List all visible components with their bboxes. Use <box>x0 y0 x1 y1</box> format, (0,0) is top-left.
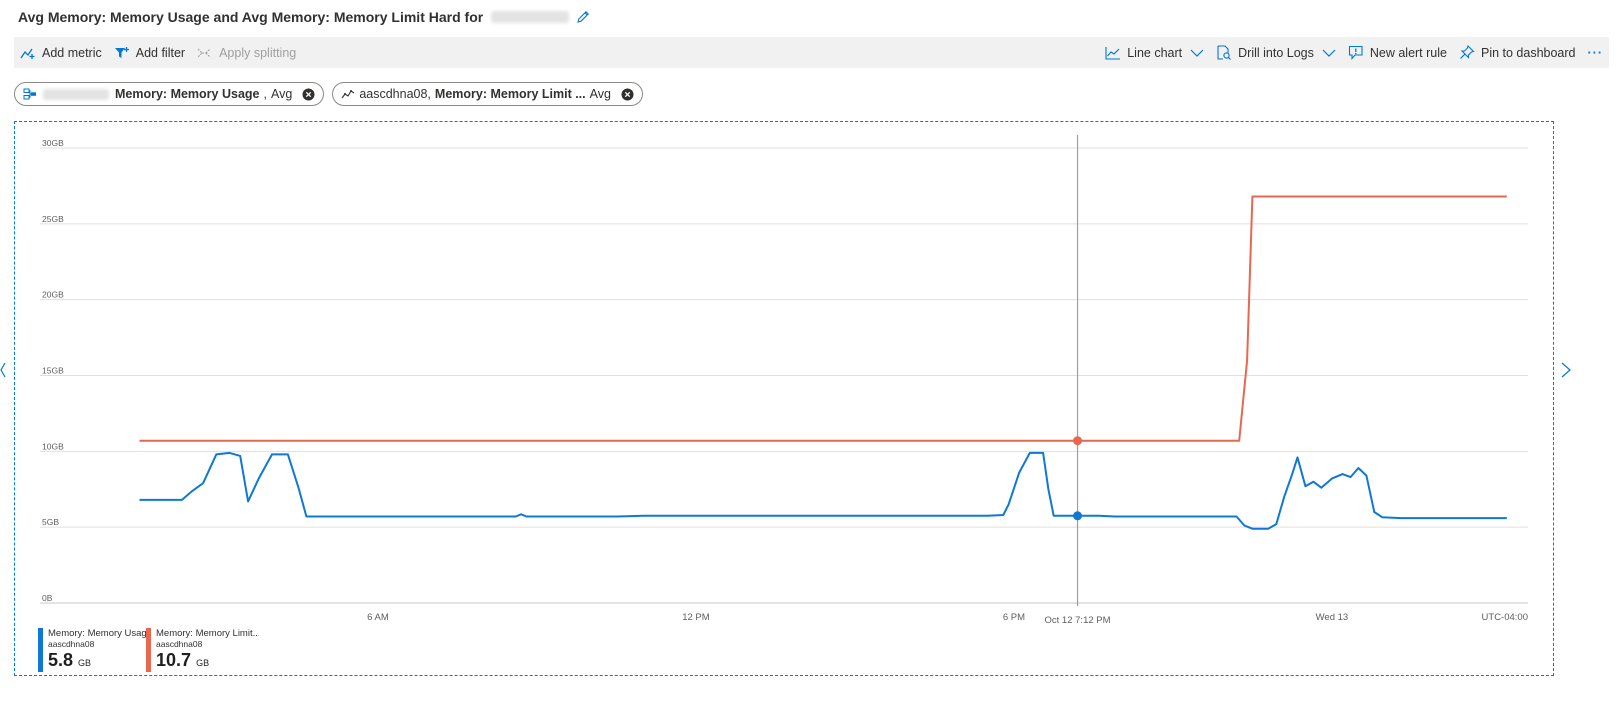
x-tick-label: 6 PM <box>1003 612 1025 623</box>
legend-resource-name: aascdhna08 <box>48 639 95 649</box>
legend-value: 10.7 GB <box>156 649 259 674</box>
legend-text: Memory: Memory Limit... aascdhna08 10.7 … <box>156 628 259 674</box>
legend-series-name: Memory: Memory Usage <box>48 628 151 639</box>
y-tick-label: 10GB <box>42 441 64 451</box>
line-chart[interactable]: 0B 5GB 10GB 15GB 20GB 25GB 30GB 6 AM 12 PM 6 PM We… <box>0 0 1623 726</box>
legend-resource-name: aascdhna08 <box>156 639 203 649</box>
legend-item-limit[interactable]: Memory: Memory Limit... aascdhna08 10.7 … <box>146 628 259 674</box>
y-tick-label: 15GB <box>42 366 64 376</box>
y-tick-label: 30GB <box>42 138 64 148</box>
x-tick-label: Wed 13 <box>1316 612 1349 623</box>
cursor-time-label: Oct 12 7:12 PM <box>1045 615 1111 626</box>
series-line <box>139 451 1507 530</box>
cursor-point <box>1073 436 1083 446</box>
y-tick-label: 20GB <box>42 290 64 300</box>
legend-color-bar <box>38 628 43 672</box>
timezone-label: UTC-04:00 <box>1482 612 1528 623</box>
legend-value-unit: GB <box>78 658 92 668</box>
legend-color-bar <box>146 628 151 672</box>
legend-value-number: 5.8 <box>48 650 74 670</box>
y-tick-label: 25GB <box>42 214 64 224</box>
series-line <box>139 195 1507 442</box>
legend-value-unit: GB <box>196 658 210 668</box>
legend-value: 5.8 GB <box>48 649 151 674</box>
legend-item-usage[interactable]: Memory: Memory Usage aascdhna08 5.8 GB <box>38 628 151 674</box>
cursor-point <box>1073 511 1083 521</box>
legend-series-name: Memory: Memory Limit... <box>156 628 259 639</box>
legend-value-number: 10.7 <box>156 650 192 670</box>
y-tick-label: 0B <box>42 593 53 603</box>
y-tick-label: 5GB <box>42 517 59 527</box>
legend-text: Memory: Memory Usage aascdhna08 5.8 GB <box>48 628 151 674</box>
x-tick-label: 12 PM <box>682 612 710 623</box>
x-tick-label: 6 AM <box>367 612 389 623</box>
